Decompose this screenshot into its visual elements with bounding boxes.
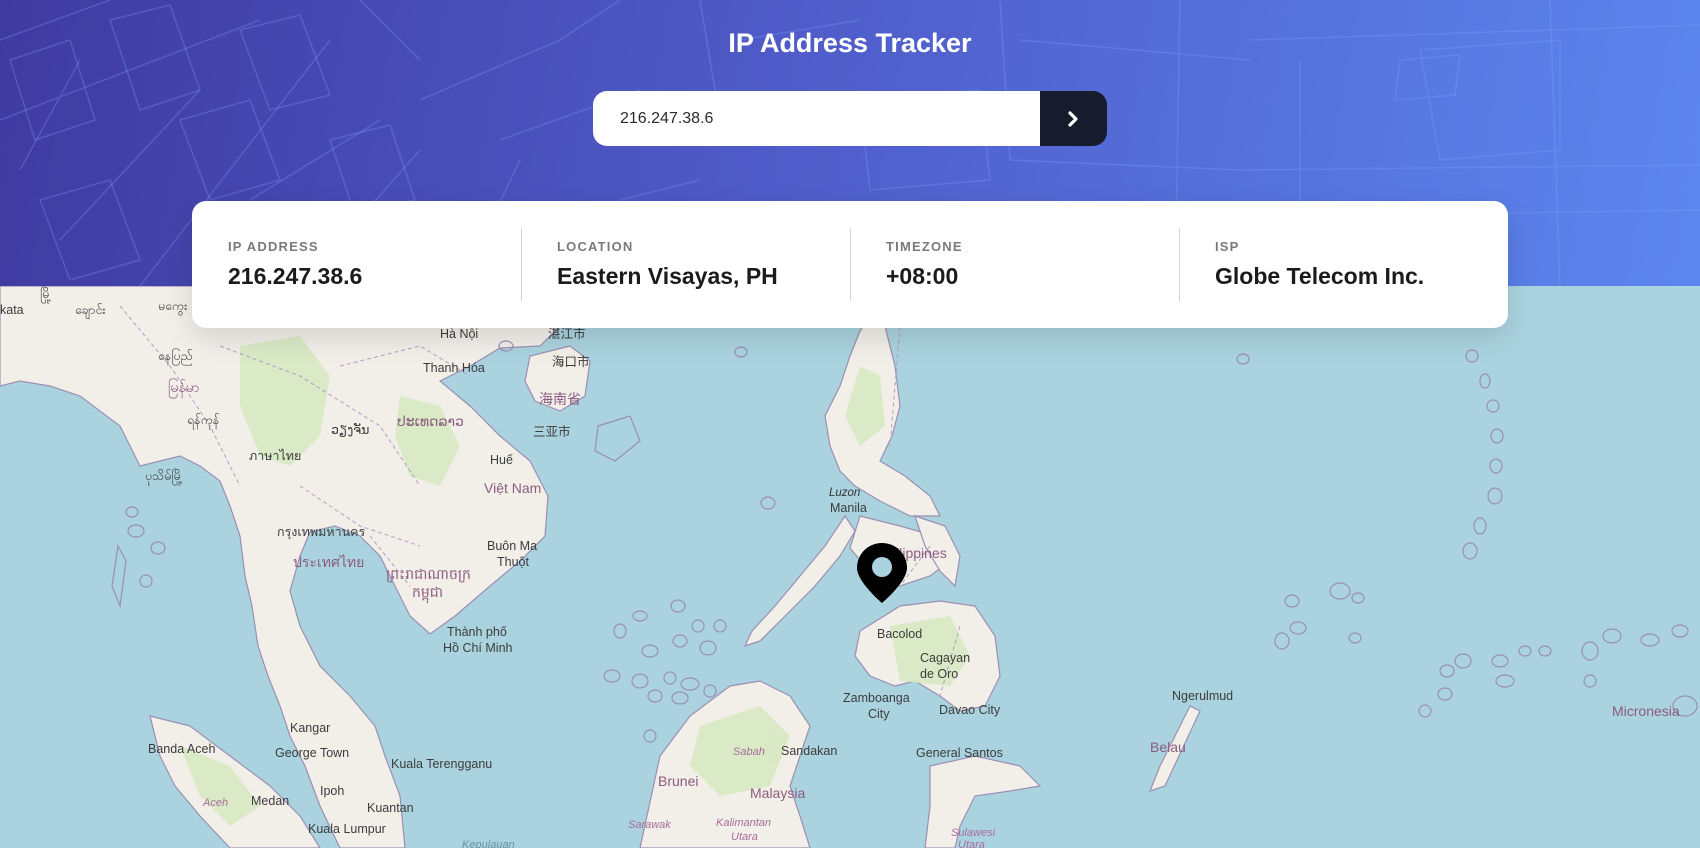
map-label-haikou: 海口市 <box>552 354 590 369</box>
location-pin-icon[interactable] <box>855 541 909 605</box>
map-label-zamboanga2: City <box>868 707 890 721</box>
ip-info-card: IP ADDRESS 216.247.38.6 LOCATION Eastern… <box>192 201 1508 328</box>
map-label-manila: Manila <box>830 501 867 515</box>
map-label-sarawak: Sarawak <box>628 819 671 831</box>
map-label-kualaterengganu: Kuala Terengganu <box>391 757 492 771</box>
ip-search-form <box>593 91 1107 146</box>
map-label-zhanjiang: 湛江市 <box>548 326 586 341</box>
map-label-luzon: Luzon <box>829 487 860 499</box>
map-label-belau: Belau <box>1150 739 1186 755</box>
map-label-bandaaceh: Banda Aceh <box>148 742 215 756</box>
map-label-cagayan1: Cagayan <box>920 651 970 665</box>
map-label-kualalumpur: Kuala Lumpur <box>308 822 386 836</box>
map-label-vientiane: ວຽງຈັນ <box>331 423 369 438</box>
timezone-value: +08:00 <box>886 263 959 289</box>
ip-search-input[interactable] <box>593 91 1040 146</box>
map-label-brunei: Brunei <box>658 773 698 789</box>
map-label-hcmc2: Hồ Chí Minh <box>443 641 513 655</box>
location-label: LOCATION <box>557 239 634 254</box>
map-label-ngerulmud: Ngerulmud <box>1172 689 1233 703</box>
map-label-hue: Huế <box>490 453 513 467</box>
map-label-kangar: Kangar <box>290 721 330 735</box>
isp-section: ISP Globe Telecom Inc. <box>1179 201 1508 328</box>
map-label-kuantan: Kuantan <box>367 801 414 815</box>
map-tiles[interactable]: kata မြို့ ချောင်း မကွေး နေပြည် မြန်မာ ရ… <box>0 286 1700 848</box>
map-label-vietnam: Việt Nam <box>484 480 541 496</box>
map-label-kepulauan: Kepulauan <box>462 839 515 848</box>
map-label-hcmc1: Thành phố <box>447 625 507 639</box>
map-label-aceh: Aceh <box>202 797 228 809</box>
map-label-kalimantan1: Kalimantan <box>716 817 771 829</box>
map-label-hanoi: Hà Nội <box>440 327 478 341</box>
map-view[interactable]: kata မြို့ ချောင်း မကွေး နေပြည် မြန်မာ ရ… <box>0 286 1700 848</box>
map-label-sanya: 三亚市 <box>533 424 571 439</box>
page-title: IP Address Tracker <box>728 28 972 58</box>
map-label-bacolod: Bacolod <box>877 627 922 641</box>
map-label-ipoh: Ipoh <box>320 784 344 798</box>
map-label-thailand: ประเทศไทย <box>293 554 364 570</box>
map-label-micronesia: Micronesia <box>1612 703 1680 719</box>
map-label-davao: Davao City <box>939 703 1001 717</box>
map-label-gensan: General Santos <box>916 746 1003 760</box>
map-label-sandakan: Sandakan <box>781 744 837 758</box>
map-label-kolkata: kata <box>0 303 24 317</box>
chevron-right-icon <box>1068 110 1078 127</box>
ip-address-label: IP ADDRESS <box>228 239 319 254</box>
map-label-laos: ປະເທດລາວ <box>397 413 464 429</box>
ip-address-section: IP ADDRESS 216.247.38.6 <box>192 201 521 328</box>
timezone-section: TIMEZONE +08:00 <box>850 201 1179 328</box>
isp-value: Globe Telecom Inc. <box>1215 263 1425 289</box>
map-label-cambodia1: ព្រះរាជាណាចក្រ <box>386 566 471 583</box>
map-label-georgetown: George Town <box>275 746 349 760</box>
map-label-sabah: Sabah <box>733 746 765 758</box>
map-label-medan: Medan <box>251 794 289 808</box>
map-label-sulawesi1: Sulawesi <box>951 827 996 839</box>
map-label-cagayan2: de Oro <box>920 667 958 681</box>
map-label-kalimantan2: Utara <box>731 831 758 843</box>
map-label-bangkok: กรุงเทพมหานคร <box>277 525 366 540</box>
map-label-buonmathuot1: Buôn Ma <box>487 539 537 553</box>
map-label-buonmathuot2: Thuột <box>497 555 529 569</box>
map-label-malaysia: Malaysia <box>750 785 805 801</box>
timezone-label: TIMEZONE <box>886 239 963 254</box>
location-value: Eastern Visayas, PH <box>557 263 778 289</box>
location-section: LOCATION Eastern Visayas, PH <box>521 201 850 328</box>
ip-address-value: 216.247.38.6 <box>228 263 363 289</box>
map-label-thanhhoa: Thanh Hóa <box>423 361 485 375</box>
map-label-sulawesi2: Utara <box>958 839 985 848</box>
map-label-zamboanga1: Zamboanga <box>843 691 910 705</box>
search-submit-button[interactable] <box>1040 91 1107 146</box>
map-label-thai1: ภาษาไทย <box>249 449 301 463</box>
map-label-hainan: 海南省 <box>539 391 581 407</box>
isp-label: ISP <box>1215 239 1240 254</box>
